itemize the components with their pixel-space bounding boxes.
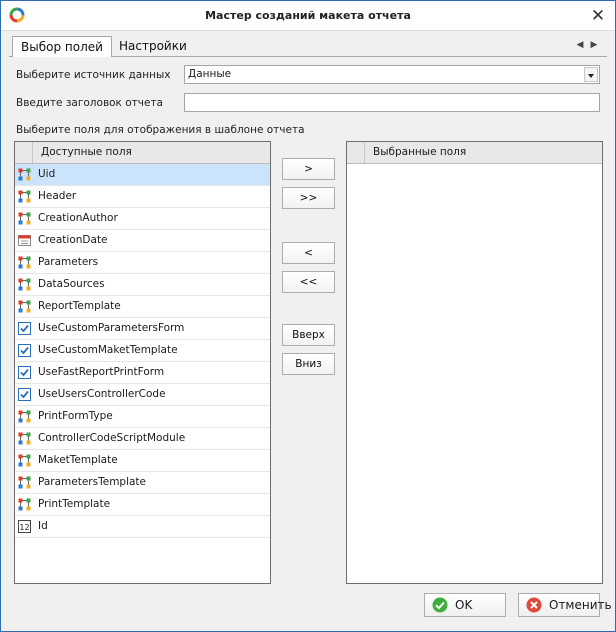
title-bar: Мастер созданий макета отчета ✕	[1, 1, 615, 31]
list-item[interactable]: UseFastReportPrintForm	[15, 362, 270, 384]
cancel-button[interactable]: Отменить	[518, 593, 612, 617]
list-item-label: Id	[38, 520, 48, 532]
calendar-icon	[18, 234, 31, 247]
list-item-label: UseCustomMaketTemplate	[38, 344, 178, 356]
list-item[interactable]: 12 Id	[15, 516, 270, 538]
relation-icon	[18, 256, 31, 269]
list-item[interactable]: ControllerCodeScriptModule	[15, 428, 270, 450]
fields-label: Выберите поля для отображения в шаблоне …	[16, 124, 305, 136]
relation-icon	[18, 498, 31, 511]
list-item[interactable]: CreationDate	[15, 230, 270, 252]
relation-icon	[18, 432, 31, 445]
available-fields-list[interactable]: Доступные поля Uid Header CreationAuthor Cr…	[14, 141, 271, 584]
list-item-label: Uid	[38, 168, 56, 180]
list-item-label: UseFastReportPrintForm	[38, 366, 165, 378]
tab-strip: Выбор полей Настройки ◀ ▶	[9, 35, 607, 58]
number-icon: 12	[18, 520, 31, 533]
relation-icon	[18, 300, 31, 313]
checkbox-icon	[18, 322, 31, 335]
move-up-button[interactable]: Вверх	[282, 324, 335, 346]
remove-all-fields-button[interactable]: <<	[282, 271, 335, 293]
list-item-label: DataSources	[38, 278, 105, 290]
selected-fields-list[interactable]: Выбранные поля	[346, 141, 603, 584]
list-item[interactable]: MaketTemplate	[15, 450, 270, 472]
list-item-label: PrintTemplate	[38, 498, 111, 510]
relation-icon	[18, 190, 31, 203]
list-item[interactable]: Parameters	[15, 252, 270, 274]
list-item-label: Header	[38, 190, 77, 202]
close-button[interactable]: ✕	[587, 5, 609, 27]
list-item-label: UseUsersControllerCode	[38, 388, 166, 400]
tab-scroll-right-icon[interactable]: ▶	[589, 38, 599, 52]
checkbox-icon	[18, 344, 31, 357]
cancel-x-icon	[526, 597, 542, 613]
relation-icon	[18, 212, 31, 225]
list-item[interactable]: PrintFormType	[15, 406, 270, 428]
tab-scroll-left-icon[interactable]: ◀	[575, 38, 585, 52]
list-item-label: CreationAuthor	[38, 212, 118, 224]
relation-icon	[18, 410, 31, 423]
report-title-label: Введите заголовок отчета	[16, 97, 163, 109]
checkbox-icon	[18, 366, 31, 379]
relation-icon	[18, 476, 31, 489]
report-title-input[interactable]	[184, 93, 600, 112]
svg-text:12: 12	[19, 523, 29, 532]
list-item-label: UseCustomParametersForm	[38, 322, 185, 334]
list-item-label: ControllerCodeScriptModule	[38, 432, 186, 444]
relation-icon	[18, 168, 31, 181]
list-item-label: ReportTemplate	[38, 300, 121, 312]
remove-field-button[interactable]: <	[282, 242, 335, 264]
tab-page-field-selection: Выберите источник данных Данные Введите …	[9, 57, 607, 585]
dialog-window: Мастер созданий макета отчета ✕ Выбор по…	[0, 0, 616, 632]
checkbox-icon	[18, 388, 31, 401]
chevron-down-icon[interactable]	[584, 67, 598, 82]
list-item[interactable]: UseUsersControllerCode	[15, 384, 270, 406]
ok-button[interactable]: OK	[424, 593, 506, 617]
tab-field-selection[interactable]: Выбор полей	[12, 36, 112, 58]
add-field-button[interactable]: >	[282, 158, 335, 180]
list-item-label: Parameters	[38, 256, 99, 268]
data-source-value: Данные	[188, 68, 232, 80]
ok-button-label: OK	[455, 598, 473, 612]
list-item-label: CreationDate	[38, 234, 108, 246]
available-fields-header-label: Доступные поля	[41, 146, 132, 158]
list-item[interactable]: PrintTemplate	[15, 494, 270, 516]
ok-check-icon	[432, 597, 448, 613]
list-item[interactable]: ParametersTemplate	[15, 472, 270, 494]
selected-fields-header: Выбранные поля	[347, 142, 602, 164]
add-all-fields-button[interactable]: >>	[282, 187, 335, 209]
list-item[interactable]: DataSources	[15, 274, 270, 296]
relation-icon	[18, 454, 31, 467]
list-item[interactable]: ReportTemplate	[15, 296, 270, 318]
list-item[interactable]: Uid	[15, 164, 270, 186]
source-label: Выберите источник данных	[16, 69, 171, 81]
list-item[interactable]: CreationAuthor	[15, 208, 270, 230]
move-down-button[interactable]: Вниз	[282, 353, 335, 375]
list-item-label: MaketTemplate	[38, 454, 118, 466]
list-item-label: ParametersTemplate	[38, 476, 147, 488]
list-item[interactable]: UseCustomMaketTemplate	[15, 340, 270, 362]
window-title: Мастер созданий макета отчета	[205, 9, 411, 22]
data-source-select[interactable]: Данные	[184, 65, 600, 84]
selected-fields-header-label: Выбранные поля	[373, 146, 467, 158]
relation-icon	[18, 278, 31, 291]
list-item[interactable]: Header	[15, 186, 270, 208]
tab-settings[interactable]: Настройки	[111, 36, 195, 57]
cancel-button-label: Отменить	[549, 598, 612, 612]
list-item-label: PrintFormType	[38, 410, 113, 422]
list-item[interactable]: UseCustomParametersForm	[15, 318, 270, 340]
available-fields-header: Доступные поля	[15, 142, 270, 164]
